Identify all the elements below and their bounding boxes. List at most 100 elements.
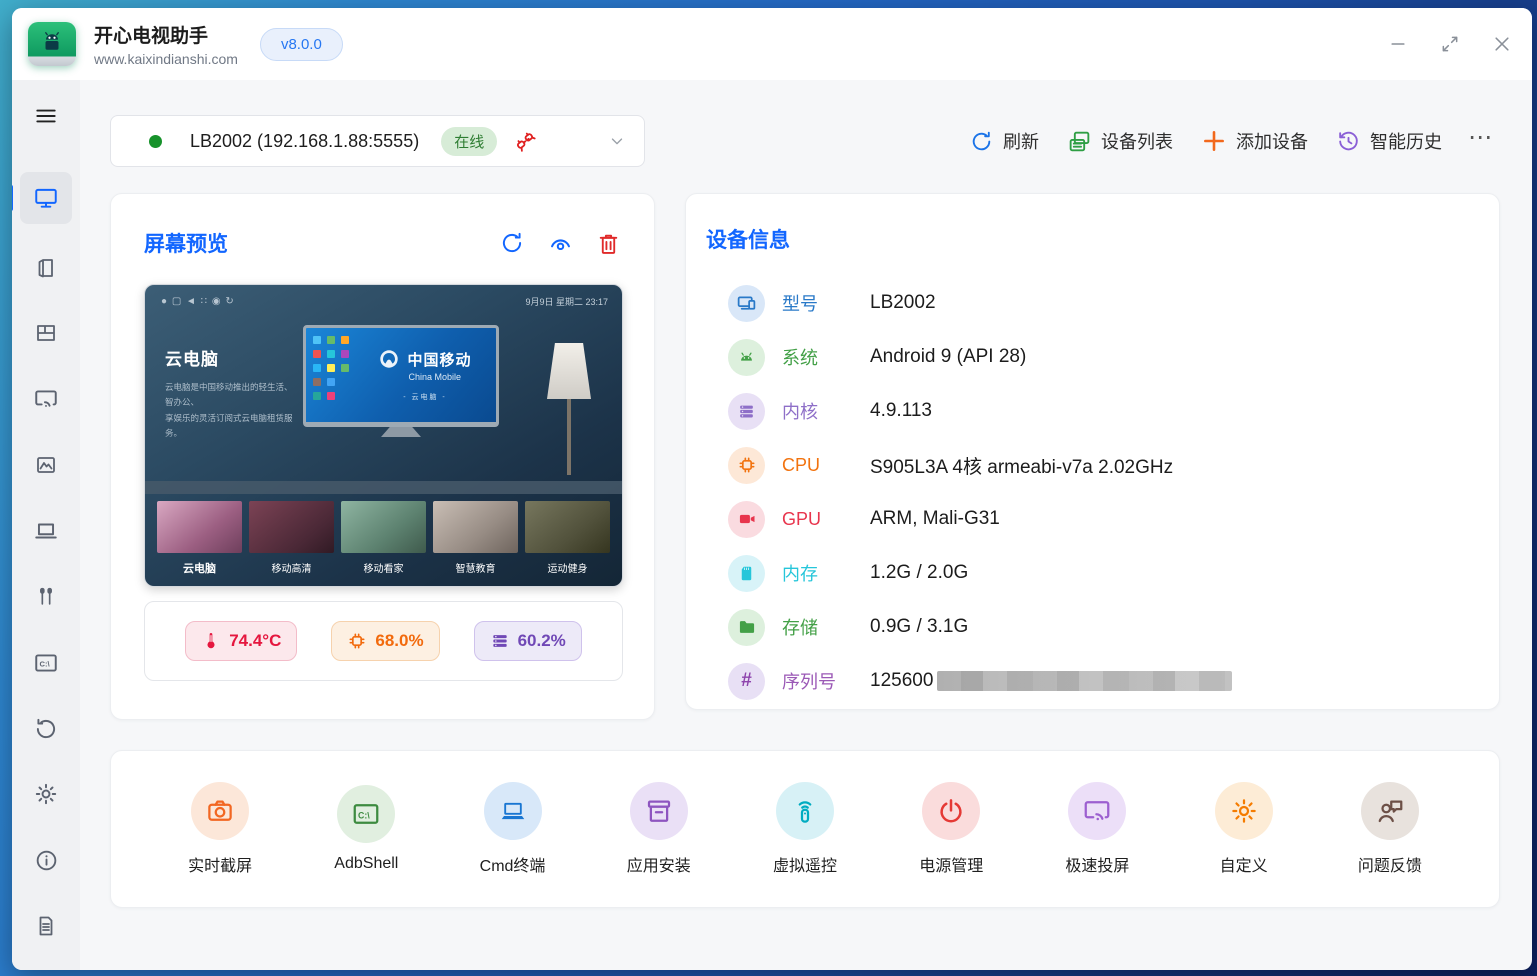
cast-screen-icon	[1068, 782, 1126, 840]
sidebar-item-toolbox[interactable]	[20, 575, 72, 619]
info-row-gpu: GPU ARM, Mali-G31	[706, 492, 1479, 546]
tv-inner-television: 中国移动 China Mobile - 云电脑 -	[303, 325, 499, 437]
terminal-icon: C:\	[33, 650, 59, 676]
minimize-button[interactable]	[1376, 24, 1420, 64]
tv-thumb-home-watch[interactable]: 移动看家	[341, 501, 426, 576]
tv-thumb-smart-edu[interactable]: 智慧教育	[433, 501, 518, 576]
sidebar-item-screen-cast[interactable]	[20, 377, 72, 421]
sidebar-item-terminal[interactable]: C:\	[20, 641, 72, 685]
main-content: LB2002 (192.168.1.88:5555) 在线 刷新 设备列表	[80, 80, 1532, 970]
layout-icon	[34, 321, 58, 345]
preview-delete-icon[interactable]	[596, 231, 621, 256]
chevron-down-icon[interactable]	[608, 132, 626, 150]
sidebar-item-logs[interactable]	[20, 904, 72, 948]
menu-icon[interactable]	[20, 94, 72, 138]
tv-statusbar-icons: ● ▢ ◄ ∷ ◉ ↻	[161, 296, 235, 307]
app-logo	[28, 22, 76, 66]
device-selector[interactable]: LB2002 (192.168.1.88:5555) 在线	[110, 115, 645, 167]
tv-datetime: 9月9日 星期二 23:17	[525, 295, 608, 308]
device-model-icon	[728, 285, 765, 322]
info-row-system: 系统 Android 9 (API 28)	[706, 330, 1479, 384]
info-row-serial: # 序列号 125600	[706, 654, 1479, 708]
sidebar-item-settings[interactable]	[20, 772, 72, 816]
tv-stand	[381, 427, 421, 437]
screen-preview-card: 屏幕预览 ● ▢ ◄ ∷ ◉ ↻ 9月9日 星期二 23:17	[110, 193, 655, 720]
china-mobile-logo: 中国移动 China Mobile - 云电脑 -	[378, 348, 471, 402]
tools-icon	[35, 586, 57, 608]
action-feedback[interactable]: 问题反馈	[1331, 782, 1449, 876]
window-controls	[1376, 24, 1524, 64]
china-mobile-mark-icon	[378, 348, 400, 370]
maximize-button[interactable]	[1428, 24, 1472, 64]
sidebar-item-app-manager[interactable]	[20, 246, 72, 290]
sidebar-item-restore[interactable]	[20, 707, 72, 751]
refresh-label: 刷新	[1003, 128, 1039, 154]
sidebar-item-screen-preview[interactable]	[20, 172, 72, 224]
disconnect-icon[interactable]	[513, 129, 537, 153]
action-power-management[interactable]: 电源管理	[892, 782, 1010, 876]
cpu-chip-icon	[728, 447, 765, 484]
refresh-button[interactable]: 刷新	[961, 122, 1047, 160]
power-icon	[922, 782, 980, 840]
version-badge: v8.0.0	[260, 28, 343, 61]
action-app-install[interactable]: 应用安装	[600, 782, 718, 876]
action-virtual-remote[interactable]: 虚拟遥控	[746, 782, 864, 876]
serial-mosaic-mask	[937, 671, 1232, 691]
close-button[interactable]	[1480, 24, 1524, 64]
history-label: 智能历史	[1370, 128, 1442, 154]
monitor-icon	[33, 185, 59, 211]
device-info-card: 设备信息 型号 LB2002 系统 Android 9 (API 28)	[685, 193, 1500, 710]
memory-stat: 60.2%	[474, 621, 582, 661]
action-fast-cast[interactable]: 极速投屏	[1038, 782, 1156, 876]
gpu-video-icon	[728, 501, 765, 538]
add-device-label: 添加设备	[1236, 128, 1308, 154]
tv-thumb-cloud-pc[interactable]: 云电脑	[157, 501, 242, 576]
image-icon	[34, 453, 58, 477]
install-box-icon	[630, 782, 688, 840]
sidebar-item-gallery[interactable]	[20, 443, 72, 487]
device-list-button[interactable]: 设备列表	[1059, 122, 1181, 160]
tv-app-thumbnails: 云电脑 移动高清 移动看家 智慧教育 运动健身	[157, 501, 610, 576]
tv-screenshot[interactable]: ● ▢ ◄ ∷ ◉ ↻ 9月9日 星期二 23:17 云电脑 云电脑是中国移动推…	[144, 284, 623, 587]
plus-icon	[1201, 128, 1227, 154]
floor-lamp	[542, 343, 596, 475]
preview-refresh-icon[interactable]	[499, 230, 525, 256]
cpu-value: S905L3A 4核 armeabi-v7a 2.02GHz	[870, 452, 1173, 479]
sidebar-item-layout[interactable]	[20, 312, 72, 356]
temperature-stat: 74.4°C	[185, 621, 297, 661]
cards-row: 屏幕预览 ● ▢ ◄ ∷ ◉ ↻ 9月9日 星期二 23:17	[110, 193, 1500, 720]
gear-icon	[1215, 782, 1273, 840]
kernel-value: 4.9.113	[870, 400, 932, 422]
info-row-model: 型号 LB2002	[706, 276, 1479, 330]
tv-thumb-mobile-hd[interactable]: 移动高清	[249, 501, 334, 576]
sidebar-item-about[interactable]	[20, 838, 72, 882]
more-button[interactable]: ⋯	[1462, 123, 1500, 160]
preview-card-header: 屏幕预览	[144, 228, 621, 258]
tv-thumb-fitness[interactable]: 运动健身	[525, 501, 610, 576]
android-icon	[728, 339, 765, 376]
online-status-badge: 在线	[441, 127, 497, 156]
info-icon	[34, 848, 59, 873]
history-button[interactable]: 智能历史	[1328, 122, 1450, 160]
cpu-stat: 68.0%	[331, 621, 439, 661]
action-cmd-terminal[interactable]: Cmd终端	[454, 782, 572, 876]
action-customize[interactable]: 自定义	[1185, 782, 1303, 876]
app-website: www.kaixindianshi.com	[94, 51, 238, 67]
online-dot-icon	[149, 135, 162, 148]
serial-value: 125600	[870, 670, 1232, 692]
laptop-icon	[33, 518, 59, 544]
gpu-value: ARM, Mali-G31	[870, 508, 1000, 530]
device-bar: LB2002 (192.168.1.88:5555) 在线 刷新 设备列表	[110, 115, 1500, 167]
tv-shelf	[145, 481, 622, 494]
action-adb-shell[interactable]: C:\ AdbShell	[307, 785, 425, 873]
sidebar: C:\	[12, 80, 80, 970]
add-device-button[interactable]: 添加设备	[1193, 122, 1316, 160]
info-row-cpu: CPU S905L3A 4核 armeabi-v7a 2.02GHz	[706, 438, 1479, 492]
preview-eye-icon[interactable]	[547, 230, 574, 257]
device-info-rows: 型号 LB2002 系统 Android 9 (API 28) 内核 4.9.1…	[706, 276, 1479, 708]
info-row-memory: 内存 1.2G / 2.0G	[706, 546, 1479, 600]
sidebar-item-device[interactable]	[20, 509, 72, 553]
action-screenshot[interactable]: 实时截屏	[161, 782, 279, 876]
svg-text:C:\: C:\	[40, 659, 51, 668]
remote-control-icon	[776, 782, 834, 840]
